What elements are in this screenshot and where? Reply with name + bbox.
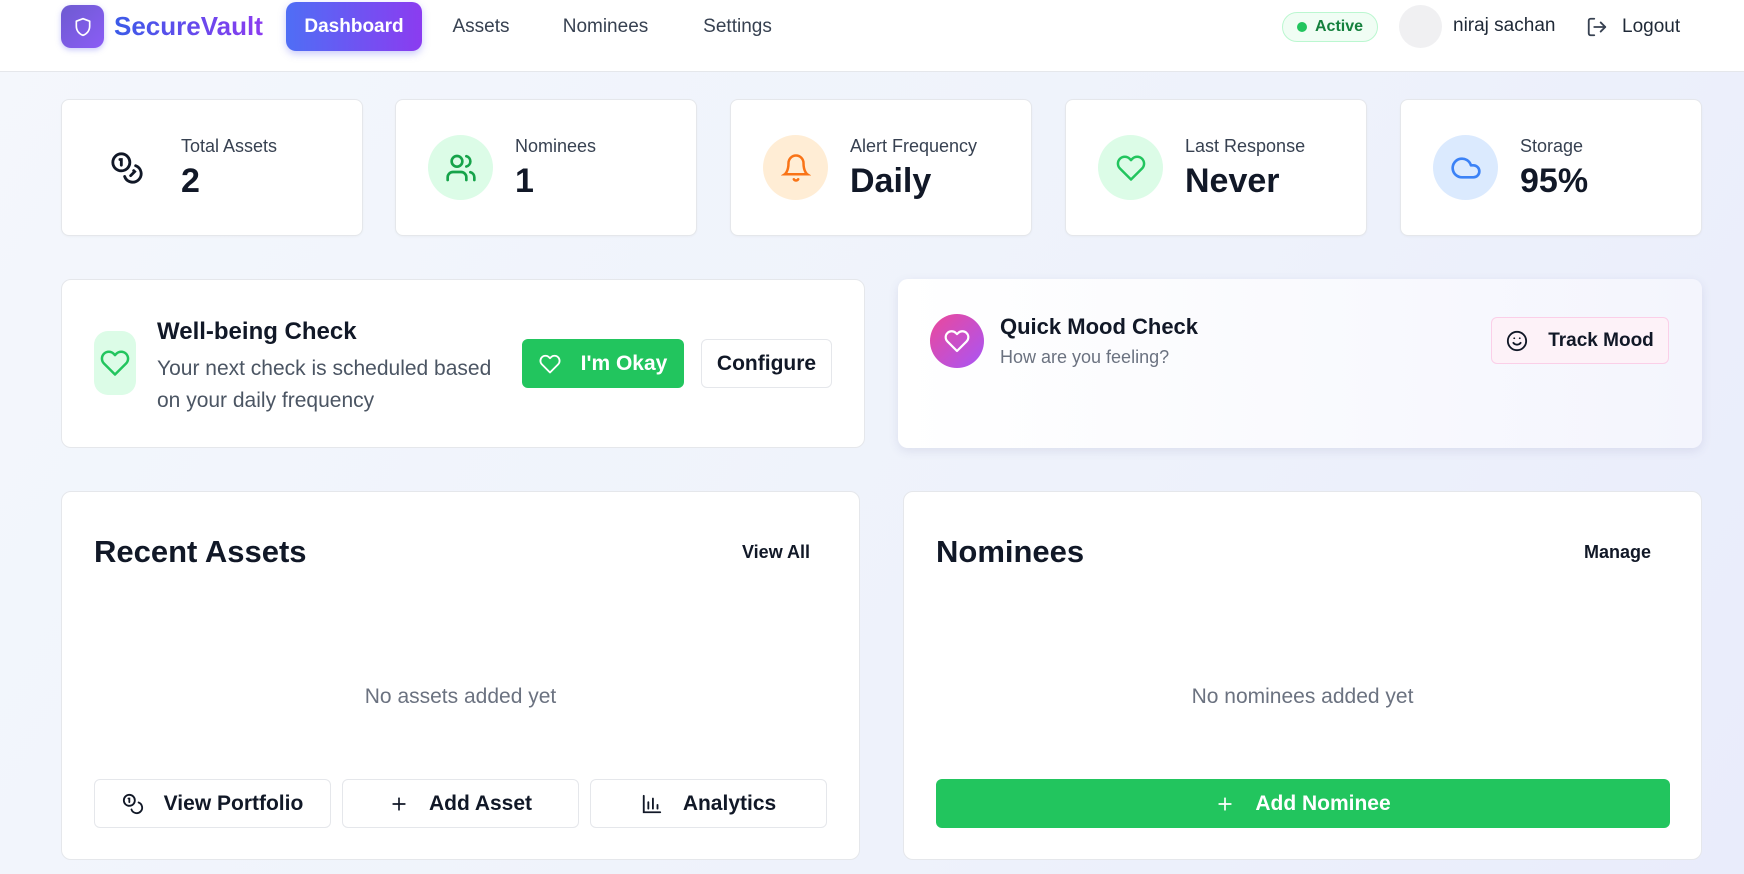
panel-title: Recent Assets [94,534,307,569]
view-portfolio-button[interactable]: View Portfolio [94,779,331,828]
analytics-button[interactable]: Analytics [590,779,827,828]
configure-button[interactable]: Configure [701,339,832,388]
heart-icon [539,353,561,375]
mood-title: Quick Mood Check [1000,314,1199,339]
stat-label: Last Response [1185,136,1306,156]
logout-button[interactable]: Logout [1586,12,1680,42]
stat-card-nominees: Nominees 1 [395,99,697,236]
shield-icon [73,16,93,38]
avatar[interactable] [1399,5,1442,48]
empty-state-text: No nominees added yet [1191,685,1414,708]
stat-label: Storage [1520,136,1584,156]
im-okay-button[interactable]: I'm Okay [522,339,684,388]
brand-name[interactable]: SecureVault [114,10,263,42]
im-okay-label: I'm Okay [580,351,668,375]
top-navbar: SecureVault Dashboard Assets Nominees Se… [0,0,1744,72]
stat-card-total-assets: Total Assets 2 [61,99,363,236]
logo[interactable] [61,5,104,48]
add-asset-label: Add Asset [428,791,533,815]
plus-icon [1215,794,1235,814]
nav-nominees[interactable]: Nominees [548,2,663,51]
mood-subtitle: How are you feeling? [1000,347,1170,367]
empty-state-text: No assets added yet [364,685,557,708]
coins-icon [122,793,144,815]
heart-icon [94,331,136,395]
stat-card-alert-frequency: Alert Frequency Daily [730,99,1032,236]
stat-label: Total Assets [181,136,278,156]
wellbeing-title: Well-being Check [157,318,357,345]
logout-icon [1586,16,1608,38]
stat-value: 1 [515,162,534,200]
smile-icon [1506,330,1528,352]
track-mood-label: Track Mood [1548,329,1654,351]
stat-card-last-response: Last Response Never [1065,99,1367,236]
logout-label: Logout [1622,16,1681,37]
add-nominee-button[interactable]: Add Nominee [936,779,1670,828]
bar-chart-icon [641,793,663,815]
stat-label: Nominees [515,136,597,156]
coins-icon [94,135,159,200]
stat-value: 2 [181,162,200,200]
status-text: Active [1314,18,1364,35]
analytics-label: Analytics [682,791,777,815]
add-nominee-label: Add Nominee [1255,791,1391,815]
users-icon [428,135,493,200]
stat-label: Alert Frequency [850,136,978,156]
stat-value: Daily [850,162,932,200]
wellbeing-description: Your next check is scheduled based on yo… [157,357,492,412]
user-name[interactable]: niraj sachan [1453,15,1555,37]
mood-check-card: Quick Mood Check How are you feeling? Tr… [898,279,1702,448]
track-mood-button[interactable]: Track Mood [1491,317,1669,364]
recent-assets-panel: Recent Assets View All No assets added y… [61,491,860,860]
view-all-link[interactable]: View All [742,542,810,563]
add-asset-button[interactable]: Add Asset [342,779,579,828]
heart-icon [930,314,984,368]
view-portfolio-label: View Portfolio [163,791,304,815]
panel-title: Nominees [936,534,1085,569]
heart-icon [1098,135,1163,200]
status-badge: Active [1282,12,1378,42]
bell-icon [763,135,828,200]
cloud-icon [1433,135,1498,200]
stat-value: Never [1185,162,1280,200]
nav-settings[interactable]: Settings [690,2,785,51]
nav-assets[interactable]: Assets [440,2,522,51]
manage-link[interactable]: Manage [1584,542,1651,563]
plus-icon [389,794,409,814]
stat-value: 95% [1520,162,1589,200]
nav-dashboard[interactable]: Dashboard [286,2,422,51]
status-dot [1296,22,1307,32]
stat-card-storage: Storage 95% [1400,99,1702,236]
nominees-panel: Nominees Manage No nominees added yet Ad… [903,491,1702,860]
wellbeing-card: Well-being Check Your next check is sche… [61,279,865,448]
